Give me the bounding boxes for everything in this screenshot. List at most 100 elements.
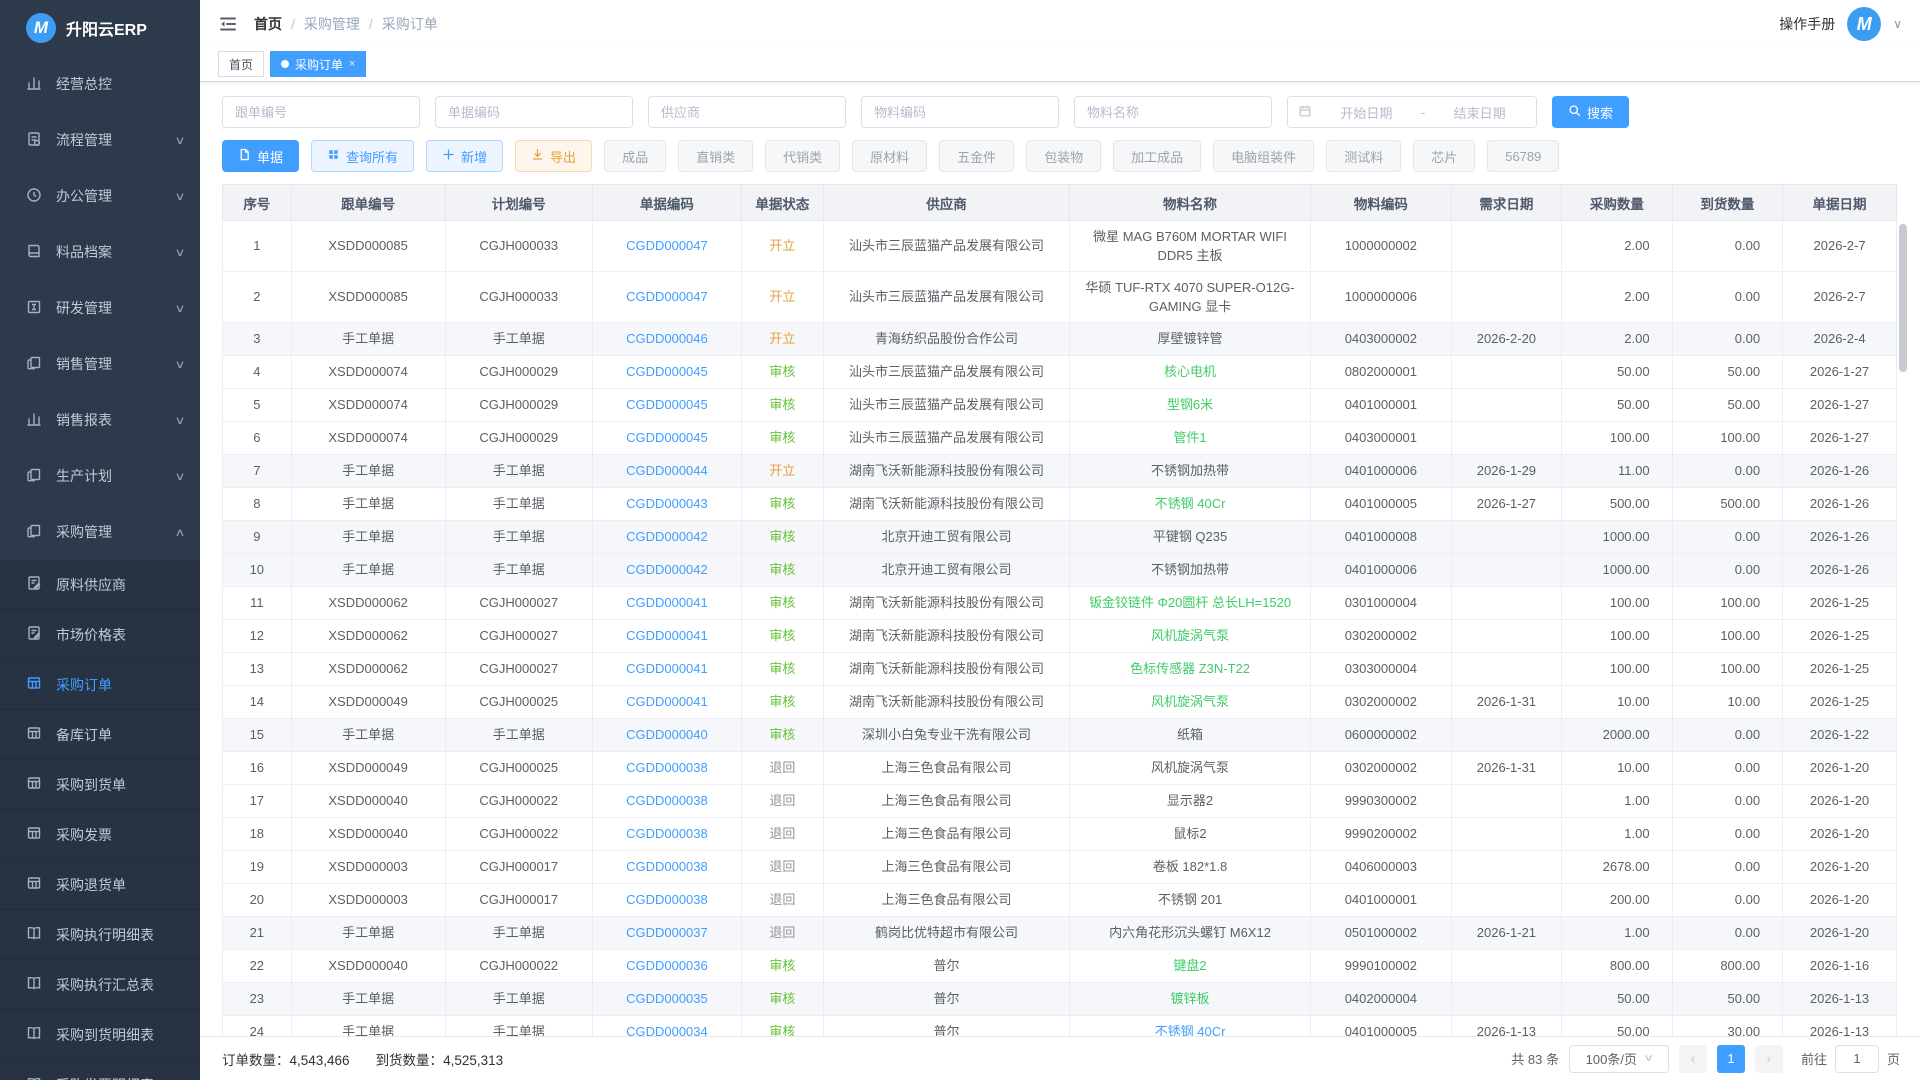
- sidebar-subitem-7[interactable]: 采购执行明细表: [0, 910, 200, 960]
- sidebar-subitem-2[interactable]: 采购订单: [0, 660, 200, 710]
- prev-page-button[interactable]: ‹: [1679, 1045, 1707, 1073]
- sidebar-subitem-6[interactable]: 采购退货单: [0, 860, 200, 910]
- material-code-input[interactable]: [861, 96, 1059, 128]
- doc-no-link[interactable]: CGDD000040: [626, 727, 708, 742]
- doc-no-link[interactable]: CGDD000035: [626, 991, 708, 1006]
- sidebar-subitem-9[interactable]: 采购到货明细表: [0, 1010, 200, 1060]
- breadcrumb-item-0[interactable]: 首页: [254, 14, 282, 34]
- sidebar-item-7[interactable]: 生产计划∨: [0, 448, 200, 504]
- category-button-1[interactable]: 直销类: [678, 140, 753, 172]
- tab-1[interactable]: 采购订单×: [270, 51, 366, 77]
- date-range-input[interactable]: 开始日期-结束日期: [1287, 96, 1537, 128]
- doc-no-link[interactable]: CGDD000047: [626, 238, 708, 253]
- cell-track-no: 手工单据: [291, 917, 445, 950]
- sidebar-item-0[interactable]: 经营总控: [0, 56, 200, 112]
- next-page-button[interactable]: ›: [1755, 1045, 1783, 1073]
- track-no-input[interactable]: [222, 96, 420, 128]
- tab-0[interactable]: 首页: [218, 51, 264, 77]
- doc-no-link[interactable]: CGDD000045: [626, 397, 708, 412]
- category-button-0[interactable]: 成品: [604, 140, 666, 172]
- doc-no-link[interactable]: CGDD000036: [626, 958, 708, 973]
- cell-seq: 22: [223, 950, 292, 983]
- category-button-8[interactable]: 测试料: [1326, 140, 1401, 172]
- doc-no-link[interactable]: CGDD000037: [626, 925, 708, 940]
- category-button-10[interactable]: 56789: [1487, 140, 1559, 172]
- doc-no-link[interactable]: CGDD000042: [626, 562, 708, 577]
- table-scrollbar-thumb[interactable]: [1899, 224, 1907, 372]
- doc-no-link[interactable]: CGDD000041: [626, 595, 708, 610]
- tab-close-icon[interactable]: ×: [349, 58, 355, 70]
- sidebar-subitem-0[interactable]: 原料供应商: [0, 560, 200, 610]
- supplier-input[interactable]: [648, 96, 846, 128]
- sidebar-subitem-5[interactable]: 采购发票: [0, 810, 200, 860]
- doc-no-link[interactable]: CGDD000042: [626, 529, 708, 544]
- sidebar-subitem-8[interactable]: 采购执行汇总表: [0, 960, 200, 1010]
- sidebar-item-2[interactable]: 办公管理∨: [0, 168, 200, 224]
- sidebar-subitem-4[interactable]: 采购到货单: [0, 760, 200, 810]
- material-link[interactable]: 色标传感器 Z3N-T22: [1130, 661, 1250, 676]
- sidebar-subitem-10[interactable]: 采购发票明细表: [0, 1060, 200, 1080]
- table-scrollbar[interactable]: [1899, 220, 1907, 1036]
- doc-no-link[interactable]: CGDD000047: [626, 289, 708, 304]
- category-button-9[interactable]: 芯片: [1413, 140, 1475, 172]
- doc-no-link[interactable]: CGDD000045: [626, 430, 708, 445]
- material-link[interactable]: 型钢6米: [1167, 397, 1213, 412]
- material-link[interactable]: 不锈钢 40Cr: [1155, 1024, 1226, 1036]
- material-link[interactable]: 风机旋涡气泵: [1151, 694, 1229, 709]
- material-link[interactable]: 镀锌板: [1171, 991, 1210, 1006]
- export-button[interactable]: 导出: [515, 140, 592, 172]
- doc-no-link[interactable]: CGDD000038: [626, 760, 708, 775]
- sidebar-subitem-1[interactable]: 市场价格表: [0, 610, 200, 660]
- cell-status: 退回: [741, 818, 823, 851]
- cell-demand-date: 2026-1-29: [1451, 455, 1561, 488]
- cell-doc-date: 2026-1-26: [1783, 521, 1897, 554]
- sidebar-item-1[interactable]: 流程管理∨: [0, 112, 200, 168]
- page-size-select[interactable]: 100条/页 ∨: [1569, 1045, 1669, 1073]
- doc-no-link[interactable]: CGDD000044: [626, 463, 708, 478]
- table-row: 17XSDD000040CGJH000022CGDD000038退回上海三色食品…: [223, 785, 1897, 818]
- doc-no-link[interactable]: CGDD000043: [626, 496, 708, 511]
- material-link[interactable]: 不锈钢 40Cr: [1155, 496, 1226, 511]
- doc-no-link[interactable]: CGDD000045: [626, 364, 708, 379]
- doc-no-link[interactable]: CGDD000038: [626, 826, 708, 841]
- material-link[interactable]: 核心电机: [1164, 364, 1216, 379]
- query-all-button[interactable]: 查询所有: [311, 140, 414, 172]
- material-name-input[interactable]: [1074, 96, 1272, 128]
- material-link[interactable]: 钣金铰链件 Φ20圆杆 总长LH=1520: [1089, 595, 1291, 610]
- avatar[interactable]: M: [1847, 7, 1881, 41]
- sidebar-item-8[interactable]: 采购管理∧: [0, 504, 200, 560]
- category-button-7[interactable]: 电脑组装件: [1213, 140, 1314, 172]
- cell-arrival-qty: 0.00: [1672, 851, 1782, 884]
- add-button[interactable]: 新增: [426, 140, 503, 172]
- doc-no-link[interactable]: CGDD000041: [626, 661, 708, 676]
- category-button-2[interactable]: 代销类: [765, 140, 840, 172]
- sidebar-collapse-icon[interactable]: [218, 14, 238, 34]
- doc-no-link[interactable]: CGDD000038: [626, 892, 708, 907]
- doc-no-link[interactable]: CGDD000046: [626, 331, 708, 346]
- goto-page-input[interactable]: [1835, 1045, 1879, 1073]
- category-button-5[interactable]: 包装物: [1026, 140, 1101, 172]
- category-button-6[interactable]: 加工成品: [1113, 140, 1201, 172]
- category-button-3[interactable]: 原材料: [852, 140, 927, 172]
- material-link[interactable]: 风机旋涡气泵: [1151, 628, 1229, 643]
- sidebar-item-4[interactable]: 研发管理∨: [0, 280, 200, 336]
- doc-no-input[interactable]: [435, 96, 633, 128]
- manual-link[interactable]: 操作手册: [1779, 14, 1835, 34]
- doc-no-link[interactable]: CGDD000038: [626, 793, 708, 808]
- sidebar-item-6[interactable]: 销售报表∨: [0, 392, 200, 448]
- document-button[interactable]: 单据: [222, 140, 299, 172]
- status-badge: 审核: [769, 595, 795, 610]
- category-button-4[interactable]: 五金件: [939, 140, 1014, 172]
- user-menu-chevron-icon[interactable]: ∨: [1893, 17, 1902, 31]
- search-button[interactable]: 搜索: [1552, 96, 1629, 128]
- material-link[interactable]: 键盘2: [1173, 958, 1206, 973]
- page-1-button[interactable]: 1: [1717, 1045, 1745, 1073]
- doc-no-link[interactable]: CGDD000041: [626, 694, 708, 709]
- material-link[interactable]: 管件1: [1173, 430, 1206, 445]
- sidebar-subitem-3[interactable]: 备库订单: [0, 710, 200, 760]
- sidebar-item-3[interactable]: 料品档案∨: [0, 224, 200, 280]
- sidebar-item-5[interactable]: 销售管理∨: [0, 336, 200, 392]
- doc-no-link[interactable]: CGDD000038: [626, 859, 708, 874]
- doc-no-link[interactable]: CGDD000034: [626, 1024, 708, 1036]
- doc-no-link[interactable]: CGDD000041: [626, 628, 708, 643]
